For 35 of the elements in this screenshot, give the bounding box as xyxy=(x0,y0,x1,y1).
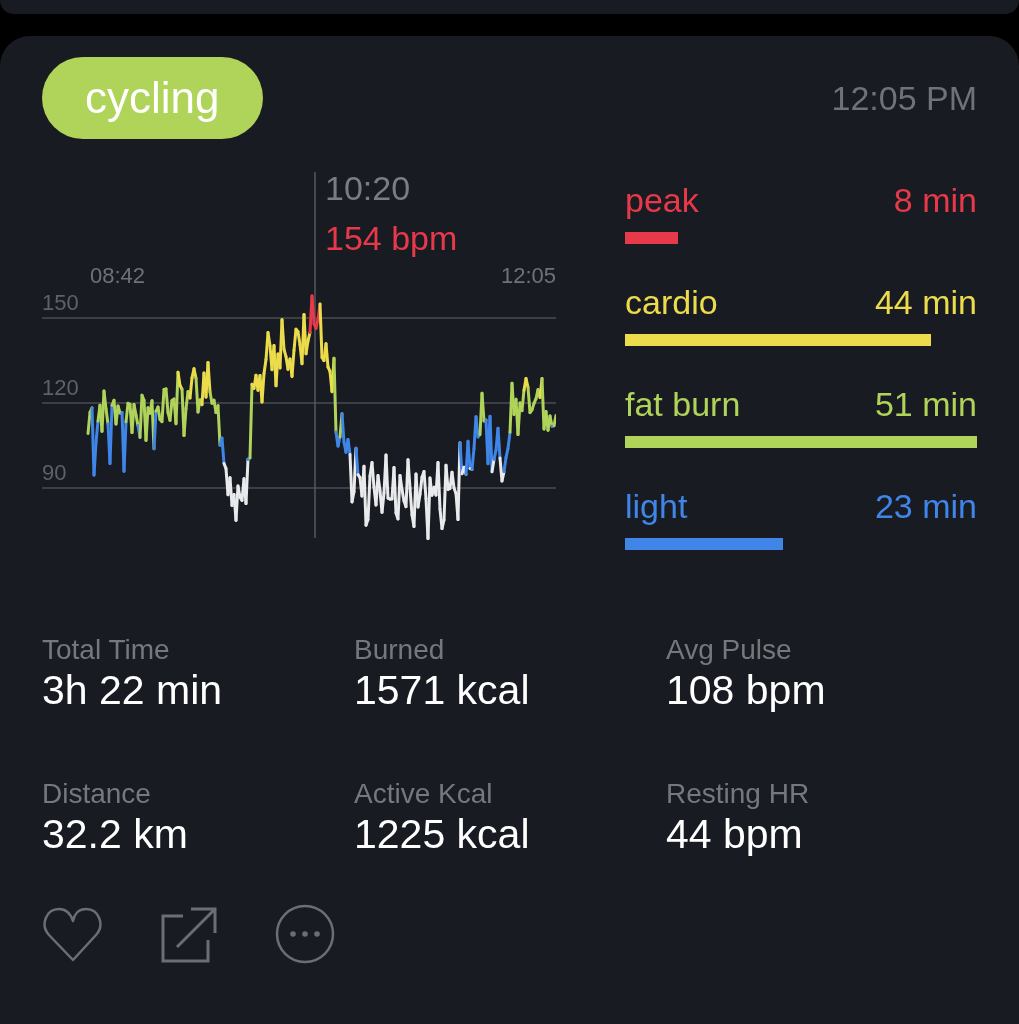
stat-value: 3h 22 min xyxy=(42,666,224,715)
zone-name: cardio xyxy=(625,282,718,322)
stat-value: 108 bpm xyxy=(666,666,827,715)
heart-icon xyxy=(42,905,104,963)
zone-duration: 8 min xyxy=(893,180,977,220)
stat-label: Resting HR xyxy=(666,777,811,811)
stat-label: Total Time xyxy=(42,633,171,667)
zone-name: fat burn xyxy=(625,384,741,424)
zone-name: peak xyxy=(625,180,699,220)
zone-duration: 44 min xyxy=(874,282,977,322)
stat-label: Avg Pulse xyxy=(666,633,793,667)
like-button[interactable] xyxy=(42,905,104,963)
stat-value: 1225 kcal xyxy=(354,810,531,859)
axis-label: 120 xyxy=(42,375,79,400)
end-time-label: 12:05 xyxy=(500,263,556,288)
activity-time: 12:05 PM xyxy=(831,78,977,118)
cursor-value: 154 bpm xyxy=(325,219,458,257)
stat-label: Active Kcal xyxy=(354,777,494,811)
share-button[interactable] xyxy=(161,905,218,963)
activity-badge: cycling xyxy=(42,57,263,139)
zone-name: light xyxy=(625,486,688,526)
axis-label: 150 xyxy=(42,290,79,315)
zone-duration: 51 min xyxy=(874,384,977,424)
stat-value: 32.2 km xyxy=(42,810,189,859)
stat-value: 1571 kcal xyxy=(354,666,531,715)
stat-label: Distance xyxy=(42,777,152,811)
more-button[interactable] xyxy=(275,904,335,964)
zone-duration: 23 min xyxy=(874,486,977,526)
more-icon xyxy=(275,904,335,964)
box-arrow-icon xyxy=(161,905,218,963)
stat-label: Burned xyxy=(354,633,446,667)
axis-label: 90 xyxy=(42,460,67,485)
stat-value: 44 bpm xyxy=(666,810,804,859)
cursor-time: 10:20 xyxy=(325,170,411,207)
start-time-label: 08:42 xyxy=(90,263,146,288)
